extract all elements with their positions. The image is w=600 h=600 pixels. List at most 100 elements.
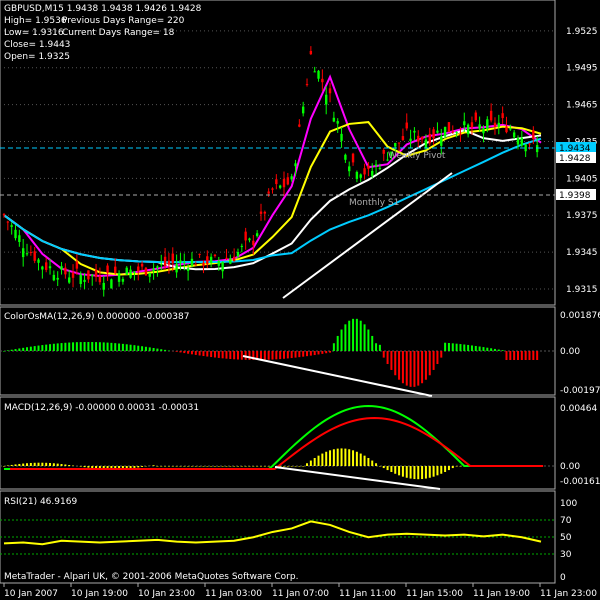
macd-bar bbox=[206, 466, 209, 467]
candle-body bbox=[117, 273, 121, 282]
candle-body bbox=[163, 256, 167, 266]
macd-bar bbox=[221, 466, 224, 467]
osma-bar bbox=[118, 343, 121, 351]
candle-body bbox=[447, 122, 451, 132]
osma-bar bbox=[421, 351, 424, 384]
metatrader-chart-window[interactable]: Weekly Pivot Monthly S1 GBPUSD,M15 1.943… bbox=[0, 0, 600, 600]
candle-body bbox=[68, 277, 71, 283]
candle-body bbox=[371, 170, 374, 176]
rsi-tick-100: 100 bbox=[560, 499, 577, 509]
osma-bar bbox=[202, 351, 205, 357]
osma-bar bbox=[536, 351, 539, 360]
macd-bar bbox=[236, 466, 239, 467]
candle-body bbox=[478, 124, 481, 129]
candle-body bbox=[248, 238, 251, 241]
osma-bar bbox=[263, 351, 266, 360]
candle-body bbox=[321, 78, 324, 83]
macd-bar bbox=[256, 466, 259, 467]
macd-bar bbox=[298, 466, 301, 467]
macd-bar bbox=[355, 451, 358, 466]
macd-bar bbox=[183, 466, 186, 467]
time-label: 11 Jan 11:00 bbox=[339, 589, 396, 599]
monthly-s1-label: Monthly S1 bbox=[349, 198, 399, 208]
osma-bar bbox=[18, 348, 21, 351]
candle-body bbox=[232, 256, 236, 262]
candle-body bbox=[348, 166, 351, 172]
candle-body bbox=[252, 240, 255, 246]
macd-bar bbox=[179, 466, 182, 467]
osma-bar bbox=[509, 351, 512, 360]
osma-bar bbox=[520, 351, 523, 360]
osma-bar bbox=[206, 351, 209, 357]
macd-bar bbox=[91, 466, 94, 469]
osma-bar bbox=[240, 351, 243, 360]
candle-body bbox=[520, 137, 524, 146]
candle-body bbox=[282, 178, 286, 188]
osma-bar bbox=[363, 324, 366, 351]
osma-bar bbox=[493, 348, 496, 351]
candle-body bbox=[275, 179, 278, 185]
macd-bar bbox=[225, 466, 228, 467]
candle-body bbox=[509, 128, 512, 130]
macd-bar bbox=[378, 466, 381, 467]
candle-body bbox=[351, 153, 355, 163]
candle-body bbox=[489, 110, 493, 121]
macd-bar bbox=[321, 453, 324, 466]
macd-bar bbox=[156, 466, 159, 467]
osma-bar bbox=[313, 351, 316, 356]
osma-tick-bottom: -0.00197 bbox=[560, 386, 600, 396]
osma-bar bbox=[394, 351, 397, 376]
copyright-footer: MetaTrader - Alpari UK, © 2001-2006 Meta… bbox=[4, 572, 298, 582]
macd-bar bbox=[447, 466, 450, 471]
candle-body bbox=[160, 263, 163, 265]
macd-bar bbox=[386, 466, 389, 471]
candle-body bbox=[440, 136, 443, 146]
candle-body bbox=[79, 274, 82, 284]
candle-body bbox=[470, 122, 474, 128]
osma-bar bbox=[98, 342, 101, 351]
macd-bar bbox=[240, 466, 243, 467]
osma-bar bbox=[444, 342, 447, 351]
macd-bar bbox=[306, 463, 309, 466]
candle-body bbox=[94, 269, 98, 278]
candle-body bbox=[417, 135, 420, 142]
rsi-panel[interactable]: RSI(21) 46.9169 100 70 50 30 0 MetaTrade… bbox=[0, 490, 577, 584]
macd-bar bbox=[413, 466, 416, 480]
macd-bar bbox=[352, 450, 355, 466]
candle-body bbox=[140, 263, 144, 267]
candle-body bbox=[148, 272, 151, 277]
candle-body bbox=[516, 138, 520, 145]
osma-bar bbox=[528, 351, 531, 360]
osma-panel[interactable]: ColorOsMA(12,26,9) 0.000000 -0.000387 0.… bbox=[0, 306, 600, 397]
osma-bar bbox=[217, 351, 220, 358]
candle-body bbox=[340, 133, 343, 141]
osma-bar bbox=[14, 349, 17, 351]
macd-panel[interactable]: MACD(12,26,9) -0.00000 0.00031 -0.00031 … bbox=[0, 396, 600, 490]
candle-body bbox=[505, 126, 508, 133]
candle-body bbox=[305, 84, 309, 86]
osma-bar bbox=[52, 343, 55, 351]
macd-bar bbox=[451, 466, 454, 469]
macd-bar bbox=[398, 466, 401, 476]
macd-bar bbox=[428, 466, 431, 478]
candle-body bbox=[225, 257, 228, 259]
candle-body bbox=[259, 211, 263, 214]
price-panel[interactable]: Weekly Pivot Monthly S1 GBPUSD,M15 1.943… bbox=[0, 0, 598, 306]
osma-bar bbox=[428, 351, 431, 376]
time-label: 11 Jan 19:00 bbox=[473, 589, 530, 599]
macd-bar bbox=[217, 466, 220, 467]
osma-bar bbox=[60, 343, 63, 351]
macd-bar bbox=[394, 466, 397, 474]
previous-days-range: Previous Days Range= 220 bbox=[62, 16, 185, 26]
candle-body bbox=[152, 268, 155, 271]
candle-body bbox=[367, 165, 370, 169]
osma-bar bbox=[375, 343, 378, 351]
candle-body bbox=[405, 122, 408, 129]
osma-bar bbox=[29, 346, 32, 351]
osma-bar bbox=[317, 351, 320, 355]
candle-body bbox=[64, 267, 67, 275]
macd-bar bbox=[37, 462, 40, 466]
osma-bar bbox=[79, 342, 82, 351]
candle-body bbox=[328, 88, 332, 94]
candle-body bbox=[466, 124, 470, 135]
